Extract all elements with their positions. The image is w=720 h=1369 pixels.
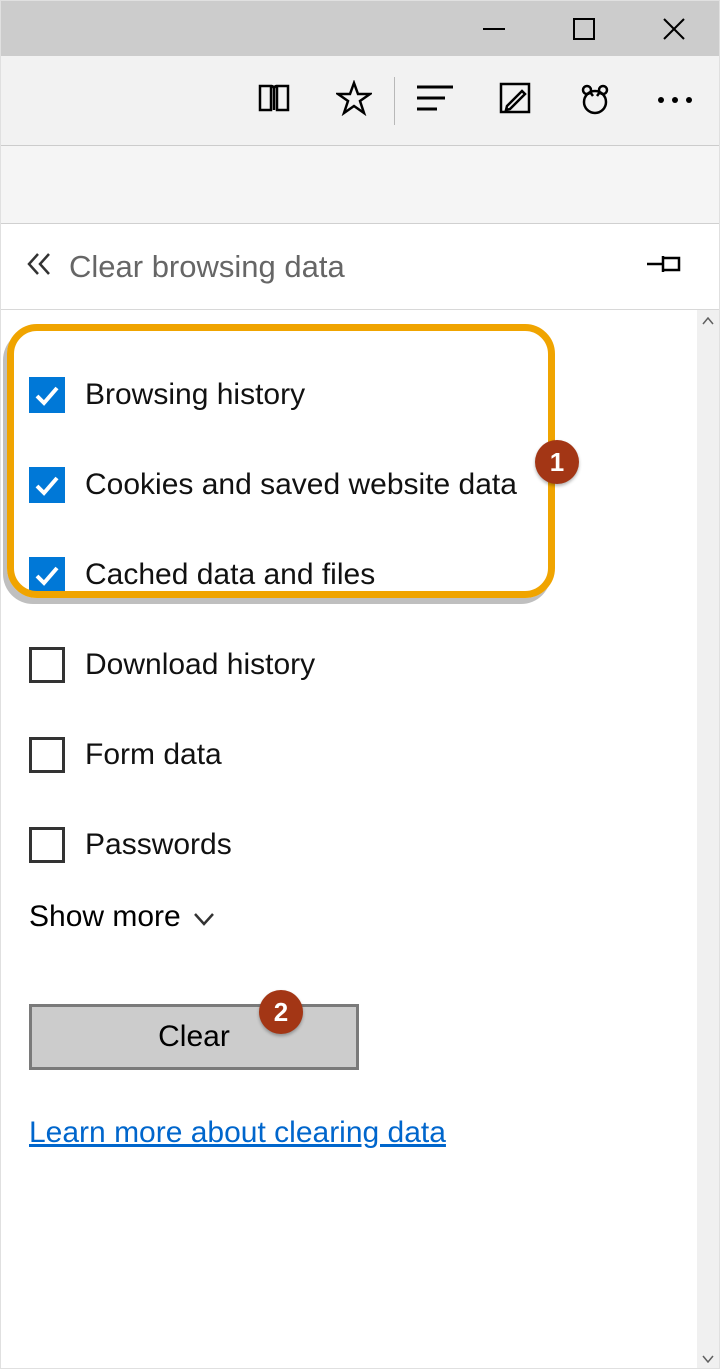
address-subbar: [1, 146, 719, 224]
browser-toolbar: [1, 56, 719, 146]
window-titlebar: [1, 1, 719, 56]
minimize-button[interactable]: [449, 1, 539, 56]
annotation-callout-1: 1: [535, 440, 579, 484]
scrollbar[interactable]: [697, 310, 719, 1369]
show-more-label: Show more: [29, 900, 181, 934]
option-label: Cached data and files: [85, 558, 375, 592]
checkbox-checked[interactable]: [29, 377, 65, 413]
option-download-history[interactable]: Download history: [29, 620, 691, 710]
close-button[interactable]: [629, 1, 719, 56]
book-icon: [256, 80, 292, 121]
star-icon: [336, 80, 372, 121]
option-browsing-history[interactable]: Browsing history: [29, 350, 691, 440]
checkbox-unchecked[interactable]: [29, 647, 65, 683]
option-form-data[interactable]: Form data: [29, 710, 691, 800]
reading-list-button[interactable]: [395, 56, 475, 146]
share-button[interactable]: [555, 56, 635, 146]
ellipsis-icon: [655, 92, 695, 110]
edge-window: Clear browsing data Browsing history: [0, 0, 720, 1369]
notes-button[interactable]: [475, 56, 555, 146]
option-label: Download history: [85, 648, 315, 682]
checkbox-unchecked[interactable]: [29, 827, 65, 863]
chevron-down-icon: [193, 900, 215, 934]
list-icon: [415, 83, 455, 118]
share-icon: [577, 80, 613, 121]
option-label: Passwords: [85, 828, 232, 862]
reading-view-button[interactable]: [234, 56, 314, 146]
pin-button[interactable]: [635, 252, 695, 281]
panel-title: Clear browsing data: [69, 249, 635, 285]
learn-more-link[interactable]: Learn more about clearing data: [29, 1116, 446, 1150]
option-label: Browsing history: [85, 378, 305, 412]
clear-data-options: Browsing history Cookies and saved websi…: [1, 310, 719, 890]
more-button[interactable]: [635, 56, 715, 146]
scroll-up-arrow[interactable]: [697, 310, 719, 332]
panel-header: Clear browsing data: [1, 224, 719, 310]
checkbox-unchecked[interactable]: [29, 737, 65, 773]
scroll-down-arrow[interactable]: [697, 1348, 719, 1369]
show-more-toggle[interactable]: Show more: [1, 890, 719, 944]
clear-button[interactable]: Clear: [29, 1004, 359, 1070]
chevron-left-double-icon: [25, 250, 53, 283]
option-label: Form data: [85, 738, 222, 772]
back-button[interactable]: [25, 250, 69, 283]
panel-content: Browsing history Cookies and saved websi…: [1, 310, 719, 1369]
option-cached[interactable]: Cached data and files: [29, 530, 691, 620]
checkbox-checked[interactable]: [29, 557, 65, 593]
option-label: Cookies and saved website data: [85, 468, 517, 502]
checkbox-checked[interactable]: [29, 467, 65, 503]
edit-icon: [498, 81, 532, 120]
favorites-button[interactable]: [314, 56, 394, 146]
clear-button-label: Clear: [158, 1020, 230, 1054]
pin-icon: [645, 252, 685, 281]
option-passwords[interactable]: Passwords: [29, 800, 691, 890]
annotation-callout-2: 2: [259, 990, 303, 1034]
option-cookies[interactable]: Cookies and saved website data: [29, 440, 691, 530]
maximize-button[interactable]: [539, 1, 629, 56]
